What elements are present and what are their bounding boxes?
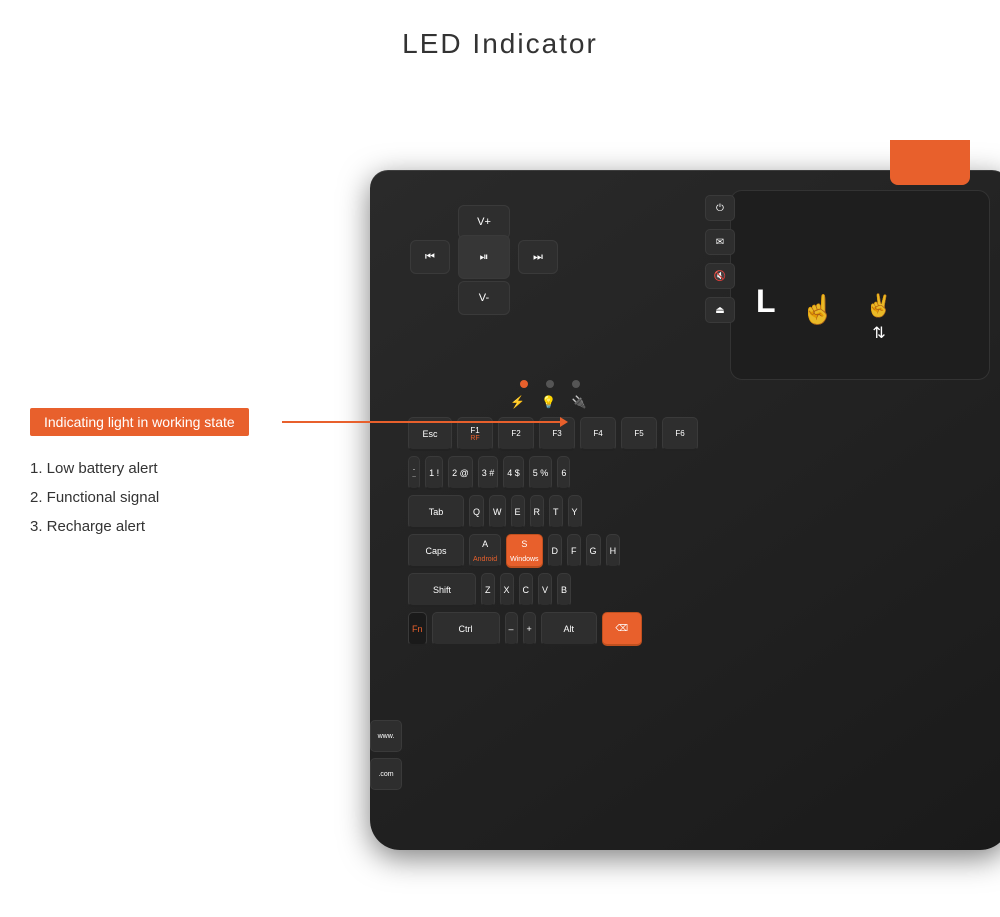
c-key[interactable]: C: [519, 573, 534, 607]
annotation-line: [282, 421, 562, 423]
r-key[interactable]: R: [530, 495, 545, 529]
single-finger-icon: ☝: [801, 293, 836, 343]
t-key[interactable]: T: [549, 495, 563, 529]
minus-key[interactable]: –: [505, 612, 518, 646]
mute-button[interactable]: 🔇: [705, 263, 735, 289]
alt-key[interactable]: Alt: [541, 612, 597, 646]
annotation-label: Indicating light in working state: [30, 408, 249, 436]
orange-accent: [890, 140, 970, 185]
f-key[interactable]: F: [567, 534, 581, 568]
left-tab-keys: www. .com: [370, 450, 405, 790]
power-button[interactable]: ⏻: [705, 195, 735, 221]
media-controls: V+ ⏮ ⏯ ⏭ V-: [390, 190, 610, 370]
com-key[interactable]: .com: [370, 758, 402, 790]
plus-key[interactable]: +: [523, 612, 536, 646]
recharge-led-icon: 🔌: [572, 395, 587, 409]
d-key[interactable]: D: [548, 534, 563, 568]
double-finger-icon: ✌: [865, 293, 892, 319]
features-list: 1. Low battery alert 2. Functional signa…: [30, 455, 159, 542]
f5-key[interactable]: F5: [621, 417, 657, 451]
qwerty-row: Tab Q W E R T Y: [408, 495, 1000, 529]
battery-led-icon: ⚡: [510, 395, 525, 409]
key-tilde[interactable]: ·~: [408, 456, 420, 490]
led-dot-signal: [546, 380, 554, 388]
zxcv-row: Shift Z X C V B: [408, 573, 1000, 607]
touchpad[interactable]: L ☝ ✌ ⇅: [730, 190, 990, 380]
led-icons-row: ⚡ 💡 🔌: [510, 395, 587, 409]
b-key[interactable]: B: [557, 573, 571, 607]
f4-key[interactable]: F4: [580, 417, 616, 451]
feature-item-3: 3. Recharge alert: [30, 513, 159, 540]
q-key[interactable]: Q: [469, 495, 484, 529]
vol-down-button[interactable]: V-: [458, 281, 510, 315]
asdf-row: Caps AAndroid SWindows D F G H: [408, 534, 1000, 568]
tab-key[interactable]: Tab: [408, 495, 464, 529]
feature-item-1: 1. Low battery alert: [30, 455, 159, 482]
h-key[interactable]: H: [606, 534, 621, 568]
lock-button[interactable]: ⏏: [705, 297, 735, 323]
s-key[interactable]: SWindows: [506, 534, 542, 568]
ctrl-key[interactable]: Ctrl: [432, 612, 500, 646]
y-key[interactable]: Y: [568, 495, 582, 529]
mail-button[interactable]: ✉: [705, 229, 735, 255]
www-key[interactable]: www.: [370, 720, 402, 752]
keyboard-rows: Esc F1 RF F2 F3 F4 F5 F6 ·~ 1 ! 2 @ 3 # …: [408, 417, 1000, 651]
caps-key[interactable]: Caps: [408, 534, 464, 568]
key-3[interactable]: 3 #: [478, 456, 499, 490]
a-key[interactable]: AAndroid: [469, 534, 501, 568]
fn-modifier-key[interactable]: Fn: [408, 612, 427, 646]
key-2[interactable]: 2 @: [448, 456, 473, 490]
bottom-row: Fn Ctrl – + Alt ⌫: [408, 612, 1000, 646]
scroll-arrows-icon: ⇅: [872, 323, 885, 343]
number-row: ·~ 1 ! 2 @ 3 # 4 $ 5 % 6: [408, 456, 1000, 490]
v-key[interactable]: V: [538, 573, 552, 607]
scroll-icon-group: ✌ ⇅: [865, 293, 892, 343]
play-button[interactable]: ⏯: [458, 235, 510, 279]
vol-up-button[interactable]: V+: [458, 205, 510, 239]
f6-key[interactable]: F6: [662, 417, 698, 451]
signal-led-icon: 💡: [541, 395, 556, 409]
prev-button[interactable]: ⏮: [410, 240, 450, 274]
led-dot-recharge: [572, 380, 580, 388]
left-click-label: L: [756, 283, 776, 320]
key-1[interactable]: 1 !: [425, 456, 443, 490]
e-key[interactable]: E: [511, 495, 525, 529]
x-key[interactable]: X: [500, 573, 514, 607]
key-6[interactable]: 6: [557, 456, 570, 490]
side-buttons-group: ⏻ ✉ 🔇 ⏏: [705, 195, 735, 323]
z-key[interactable]: Z: [481, 573, 495, 607]
key-4[interactable]: 4 $: [503, 456, 524, 490]
w-key[interactable]: W: [489, 495, 506, 529]
next-button[interactable]: ⏭: [518, 240, 558, 274]
special-orange-key[interactable]: ⌫: [602, 612, 642, 646]
page-title: LED Indicator: [0, 0, 1000, 60]
keyboard-device: VIBOTO L ☝ ✌ ⇅ ⏻ ✉ 🔇 ⏏: [350, 140, 1000, 870]
media-hex-group: V+ ⏮ ⏯ ⏭ V-: [400, 205, 570, 345]
led-dot-battery: [520, 380, 528, 388]
led-indicator-row: [520, 380, 580, 388]
shift-key[interactable]: Shift: [408, 573, 476, 607]
keyboard-body: VIBOTO L ☝ ✌ ⇅ ⏻ ✉ 🔇 ⏏: [370, 170, 1000, 850]
g-key[interactable]: G: [586, 534, 601, 568]
key-5[interactable]: 5 %: [529, 456, 553, 490]
feature-item-2: 2. Functional signal: [30, 484, 159, 511]
